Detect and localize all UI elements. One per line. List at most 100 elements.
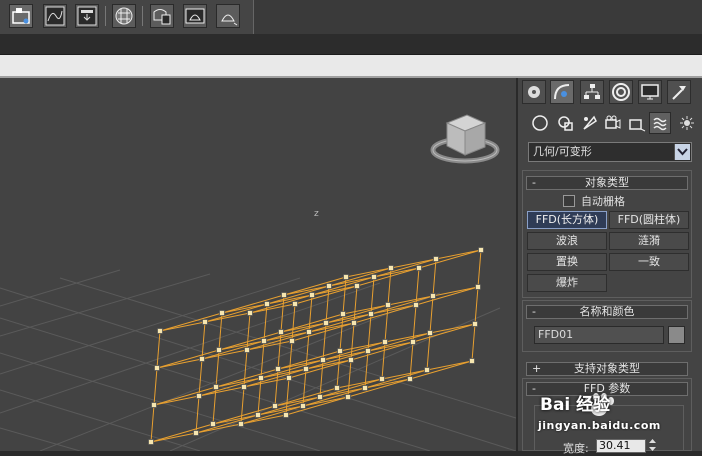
lattice-edge — [305, 350, 369, 370]
lattice-edge — [429, 295, 434, 334]
control-point — [368, 311, 374, 317]
lattice-edge — [328, 276, 375, 287]
lattice-edge — [339, 341, 386, 352]
lattice-edge — [257, 405, 304, 416]
control-point — [475, 284, 481, 290]
autogrid-checkbox[interactable] — [563, 195, 575, 207]
control-point — [343, 274, 349, 280]
display-tab-icon[interactable] — [638, 80, 662, 104]
category-value: 几何/可变形 — [533, 145, 592, 158]
hierarchy-tab-icon[interactable] — [580, 80, 604, 104]
control-point — [306, 329, 312, 335]
conform-button[interactable]: 一致 — [609, 253, 689, 271]
object-color-swatch[interactable] — [668, 326, 685, 344]
lattice-edge — [266, 285, 330, 305]
control-point — [283, 412, 289, 418]
lattice-edge — [246, 331, 310, 351]
systems-icon[interactable] — [676, 112, 698, 134]
lattice-edge — [283, 285, 330, 296]
lattice-edge — [432, 258, 437, 297]
grid-lines — [0, 269, 516, 451]
lattice-edge — [325, 313, 372, 324]
control-point — [469, 358, 475, 364]
lattice-edge — [350, 341, 414, 361]
ffd-box-button[interactable]: FFD(长方体) — [527, 211, 607, 229]
perspective-viewport[interactable]: z — [0, 78, 516, 451]
lattice-edge — [260, 359, 324, 379]
render-setup-icon[interactable] — [75, 4, 99, 28]
lattice-edge — [260, 368, 307, 379]
create-tab-icon[interactable] — [522, 80, 546, 104]
control-point — [430, 293, 436, 299]
lattice-edge — [412, 323, 476, 343]
lattice-edge — [311, 276, 375, 296]
material-editor-icon[interactable] — [112, 4, 136, 28]
object-type-header[interactable]: - 对象类型 — [526, 176, 688, 190]
control-point — [151, 402, 157, 408]
control-point — [199, 356, 205, 362]
wave-button[interactable]: 波浪 — [527, 232, 607, 250]
control-point — [416, 265, 422, 271]
control-point — [362, 385, 368, 391]
shapes-icon[interactable] — [555, 112, 577, 134]
object-type-title: 对象类型 — [585, 176, 629, 189]
helpers-icon[interactable] — [626, 112, 648, 134]
schematic-view-icon[interactable] — [9, 4, 33, 28]
lattice-edge — [243, 368, 307, 388]
lattice-edge — [198, 377, 262, 397]
chevron-down-icon[interactable] — [674, 144, 690, 160]
lattice-edge — [240, 414, 287, 425]
lattice-edge — [322, 350, 369, 361]
bomb-button[interactable]: 爆炸 — [527, 274, 607, 292]
autogrid-label: 自动栅格 — [581, 195, 625, 208]
lattice-edge — [221, 294, 285, 314]
motion-tab-icon[interactable] — [609, 80, 633, 104]
control-point — [216, 347, 222, 353]
lattice-edge — [218, 340, 265, 351]
lattice-edge — [319, 387, 366, 398]
lattice-edge — [356, 267, 420, 287]
lattice-edge — [212, 405, 276, 425]
lattice-edge — [345, 267, 392, 278]
supported-types-header[interactable]: + 支持对象类型 — [526, 362, 688, 376]
cameras-icon[interactable] — [602, 112, 624, 134]
rendered-frame-window-icon[interactable] — [150, 4, 174, 28]
lattice-edge — [266, 294, 313, 305]
spinner-arrows-icon[interactable] — [648, 438, 657, 452]
control-point — [154, 365, 160, 371]
control-point — [337, 348, 343, 354]
lattice-edge — [150, 432, 197, 443]
lights-icon[interactable] — [579, 112, 601, 134]
control-point — [317, 394, 323, 400]
lattice-edge — [240, 405, 304, 425]
curve-editor-icon[interactable] — [43, 4, 67, 28]
lattice-edge — [342, 304, 389, 315]
object-name-field[interactable]: FFD01 — [534, 326, 664, 344]
toolbar-strip — [0, 34, 702, 55]
control-point — [247, 310, 253, 316]
ripple-button[interactable]: 涟漪 — [609, 232, 689, 250]
render-iterative-icon[interactable] — [216, 4, 240, 28]
control-point — [340, 311, 346, 317]
control-point — [433, 256, 439, 262]
space-warps-icon[interactable] — [649, 112, 671, 134]
lattice-edge — [328, 267, 392, 287]
name-color-header[interactable]: - 名称和颜色 — [526, 305, 688, 319]
geometry-icon[interactable] — [529, 112, 551, 134]
lattice-edge — [153, 367, 158, 406]
render-production-icon[interactable] — [183, 4, 207, 28]
displace-button[interactable]: 置换 — [527, 253, 607, 271]
lattice-edge — [156, 358, 203, 369]
control-point — [278, 329, 284, 335]
lattice-edge — [201, 349, 248, 360]
control-point — [379, 376, 385, 382]
category-dropdown[interactable]: 几何/可变形 — [528, 142, 692, 162]
utilities-tab-icon[interactable] — [667, 80, 691, 104]
control-point — [292, 301, 298, 307]
control-point — [309, 292, 315, 298]
ffd-cylinder-button[interactable]: FFD(圆柱体) — [609, 211, 689, 229]
modify-tab-icon[interactable] — [550, 80, 574, 104]
viewport-canvas[interactable]: z — [0, 78, 516, 451]
main-toolbar — [0, 0, 702, 35]
lattice-edge — [370, 304, 417, 315]
